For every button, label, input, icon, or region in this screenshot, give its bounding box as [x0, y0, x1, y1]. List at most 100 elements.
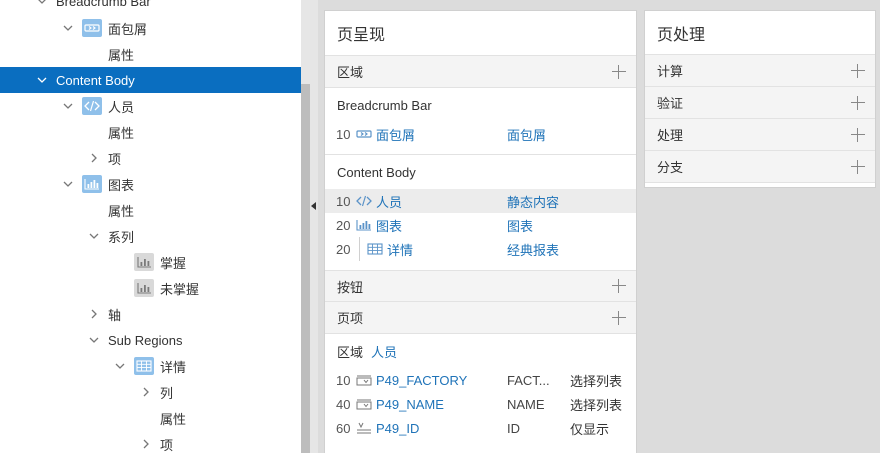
item-source: NAME [507, 396, 545, 412]
tree-node[interactable]: 轴 [0, 301, 301, 327]
chart-icon [355, 218, 373, 232]
page-items-section-header[interactable]: 页项 [325, 302, 636, 334]
add-icon[interactable] [851, 95, 865, 110]
region-type-link[interactable]: 静态内容 [507, 192, 559, 211]
item-rows: 10 P49_FACTORY FACT... 选择列表 40 P49_NAME NAME 选择… [325, 368, 636, 440]
item-source: FACT... [507, 372, 550, 388]
items-region-prefix: 区域 [337, 344, 364, 360]
add-button-icon[interactable] [612, 279, 626, 293]
tree-scrollbar-thumb[interactable] [301, 84, 310, 453]
tree-node[interactable]: Sub Regions [0, 327, 301, 353]
tree-node[interactable]: 列 [0, 379, 301, 405]
component-link[interactable]: P49_ID [376, 421, 419, 436]
display-only-icon [355, 421, 373, 435]
tree-node[interactable]: 项 [0, 145, 301, 171]
tree-node[interactable]: Breadcrumb Bar [0, 0, 301, 14]
chevron-down-icon[interactable] [36, 74, 48, 86]
tree-node-label: 属性 [108, 125, 135, 141]
component-link[interactable]: 图表 [376, 216, 402, 235]
processing-section-header[interactable]: 验证 [645, 87, 875, 119]
chevron-right-icon[interactable] [140, 386, 152, 398]
page-items-label: 页项 [337, 311, 364, 326]
region-type-link[interactable]: 图表 [507, 216, 533, 235]
page-item-row[interactable]: 40 P49_NAME NAME 选择列表 [325, 392, 636, 416]
page-item-row[interactable]: 60 P49_ID ID 仅显示 [325, 416, 636, 440]
code-icon [355, 194, 373, 208]
sequence-number: 40 [336, 396, 351, 412]
tree-indent-line [359, 237, 360, 261]
processing-sections: 计算验证处理分支 [645, 55, 875, 183]
tree-node[interactable]: 属性 [0, 405, 301, 431]
processing-section-header[interactable]: 处理 [645, 119, 875, 151]
sequence-number: 60 [336, 420, 351, 436]
tree-node-label: 列 [160, 385, 174, 401]
chevron-right-icon[interactable] [88, 308, 100, 320]
select-list-icon [355, 373, 373, 387]
item-type: 选择列表 [570, 373, 623, 389]
tree-node-label: 图表 [108, 177, 135, 193]
chevron-down-icon[interactable] [62, 100, 74, 112]
component-tree: Breadcrumb Bar 面包屑 属性 Content Body 人员 属性项图表 属性… [0, 0, 301, 453]
report-icon [134, 357, 154, 375]
tree-node[interactable]: 系列 [0, 223, 301, 249]
chevron-down-icon[interactable] [88, 334, 100, 346]
tree-node-label: 属性 [108, 203, 135, 219]
processing-section-label: 分支 [657, 160, 684, 175]
chevron-down-icon[interactable] [114, 360, 126, 372]
processing-section-label: 验证 [657, 96, 684, 111]
sequence-number: 10 [336, 193, 351, 209]
breadcrumb-group-name: Breadcrumb Bar [337, 97, 432, 113]
component-link[interactable]: 详情 [387, 240, 413, 259]
chevron-down-icon[interactable] [88, 230, 100, 242]
chevron-down-icon[interactable] [62, 178, 74, 190]
processing-section-header[interactable]: 计算 [645, 55, 875, 87]
collapse-left-icon[interactable] [310, 200, 318, 212]
add-icon[interactable] [851, 159, 865, 174]
chevron-right-icon[interactable] [88, 152, 100, 164]
tree-node-label: 属性 [160, 411, 187, 427]
tree-node[interactable]: 属性 [0, 197, 301, 223]
buttons-section-header[interactable]: 按钮 [325, 270, 636, 302]
regions-section-header[interactable]: 区域 [325, 56, 636, 88]
region-row[interactable]: 20 图表 图表 [325, 213, 636, 237]
tree-node[interactable]: 人员 [0, 93, 301, 119]
processing-section-header[interactable]: 分支 [645, 151, 875, 183]
region-row[interactable]: 10 面包屑 面包屑 [325, 122, 636, 146]
region-row[interactable]: 10 人员 静态内容 [325, 189, 636, 213]
add-icon[interactable] [851, 127, 865, 142]
tree-node[interactable]: 图表 [0, 171, 301, 197]
tree-node[interactable]: 属性 [0, 41, 301, 67]
chevron-right-icon[interactable] [140, 438, 152, 450]
items-region-link[interactable]: 人员 [371, 342, 397, 361]
tree-node[interactable]: 项 [0, 431, 301, 453]
component-link[interactable]: P49_NAME [376, 397, 444, 412]
tree-node[interactable]: 详情 [0, 353, 301, 379]
component-link[interactable]: P49_FACTORY [376, 373, 467, 388]
region-type-link[interactable]: 经典报表 [507, 240, 559, 259]
tree-node-label: 属性 [108, 47, 135, 63]
processing-section-label: 处理 [657, 128, 684, 143]
report-icon [366, 242, 384, 256]
items-region-line: 区域 人员 [325, 334, 636, 368]
component-link[interactable]: 人员 [376, 192, 402, 211]
region-row[interactable]: 20 详情 经典报表 [325, 237, 636, 261]
breadcrumb-icon [82, 19, 102, 37]
page-item-row[interactable]: 10 P49_FACTORY FACT... 选择列表 [325, 368, 636, 392]
sequence-number: 10 [336, 372, 351, 388]
add-icon[interactable] [851, 63, 865, 78]
tree-node-label: 项 [160, 437, 174, 453]
add-page-item-icon[interactable] [612, 310, 626, 325]
tree-node[interactable]: Content Body [0, 67, 301, 93]
tree-node[interactable]: 面包屑 [0, 15, 301, 41]
pane-splitter[interactable] [310, 0, 318, 453]
tree-node[interactable]: 掌握 [0, 249, 301, 275]
rendering-panel: 页呈现 区域 Breadcrumb Bar 10 面包屑 面包屑 Content B… [324, 10, 637, 453]
add-region-icon[interactable] [612, 64, 626, 79]
tree-node[interactable]: 属性 [0, 119, 301, 145]
tree-node[interactable]: 未掌握 [0, 275, 301, 301]
region-type-link[interactable]: 面包屑 [507, 125, 546, 144]
content-rows: 10 人员 静态内容 20 图表 图表 20 详情 经典报表 [325, 189, 636, 261]
component-link[interactable]: 面包屑 [376, 125, 415, 144]
chevron-down-icon[interactable] [62, 22, 74, 34]
chevron-down-icon[interactable] [36, 0, 48, 7]
